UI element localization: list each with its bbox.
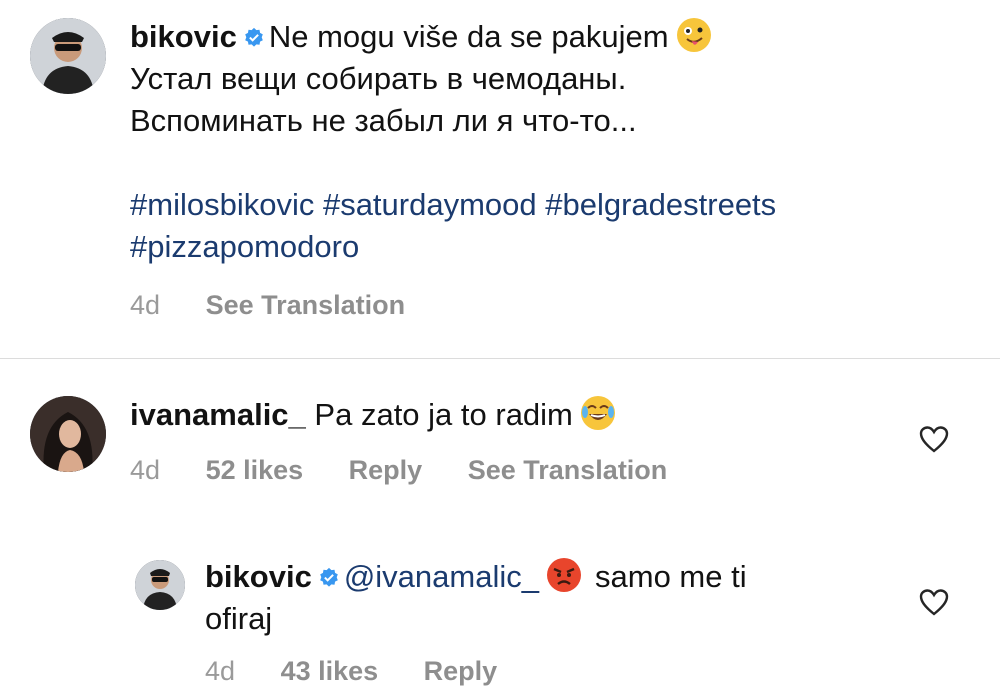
caption-line-2: Устал вещи собирать в чемоданы. xyxy=(130,61,627,96)
see-translation-link[interactable]: See Translation xyxy=(206,290,406,320)
post-username[interactable]: bikovic xyxy=(130,19,237,54)
comment-1-text: Pa zato ja to radim xyxy=(314,397,573,432)
hashtags-line-1[interactable]: #milosbikovic #saturdaymood #belgradestr… xyxy=(130,184,970,226)
comment-2-text-part2: ofiraj xyxy=(205,601,273,636)
caption-line-3: Вспоминать не забыл ли я что-то... xyxy=(130,103,637,138)
caption-line-1: Ne mogu više da se pakujem xyxy=(268,19,669,54)
comment-2-text-part1: samo me ti xyxy=(595,559,747,594)
comment-2-likes[interactable]: 43 likes xyxy=(281,656,379,686)
post-time: 4d xyxy=(130,290,161,320)
comment-1-body: ivanamalic_ Pa zato ja to radim xyxy=(130,394,890,436)
comment-2-reply-button[interactable]: Reply xyxy=(424,656,498,686)
comment-2-time: 4d xyxy=(205,656,236,686)
comment-1-like-heart-icon[interactable] xyxy=(919,425,949,453)
comment-1-time: 4d xyxy=(130,455,161,485)
post-caption: bikovic Ne mogu više da se pakujem Устал … xyxy=(130,16,970,268)
zany-face-emoji-icon xyxy=(676,18,711,52)
verified-badge-icon xyxy=(243,18,265,47)
comment-2-username[interactable]: bikovic xyxy=(205,559,312,594)
comment-1-username[interactable]: ivanamalic_ xyxy=(130,397,306,432)
comment-1-reply-button[interactable]: Reply xyxy=(349,455,423,485)
avatar-image xyxy=(30,18,106,94)
comment-2-mention-link[interactable]: @ivanamalic_ xyxy=(344,559,539,594)
verified-badge-icon xyxy=(318,558,340,587)
angry-face-emoji-icon xyxy=(547,558,581,592)
post-avatar[interactable] xyxy=(30,18,106,94)
avatar-image xyxy=(135,560,185,610)
comment-1-likes[interactable]: 52 likes xyxy=(206,455,304,485)
reply-avatar[interactable] xyxy=(135,560,185,610)
avatar-image xyxy=(30,396,106,472)
comment-1-see-translation[interactable]: See Translation xyxy=(468,455,668,485)
hashtags-line-2[interactable]: #pizzapomodoro xyxy=(130,226,970,268)
comment-avatar[interactable] xyxy=(30,396,106,472)
tears-of-joy-emoji-icon xyxy=(580,396,615,430)
divider xyxy=(0,358,1000,359)
comment-2-like-heart-icon[interactable] xyxy=(919,588,949,616)
comment-2-body: bikovic @ivanamalic_ samo me ti ofiraj xyxy=(205,556,885,640)
comment-1-meta: 4d 52 likes Reply See Translation xyxy=(130,455,705,486)
comment-2-meta: 4d 43 likes Reply xyxy=(205,656,535,687)
post-meta: 4d See Translation xyxy=(130,290,443,321)
